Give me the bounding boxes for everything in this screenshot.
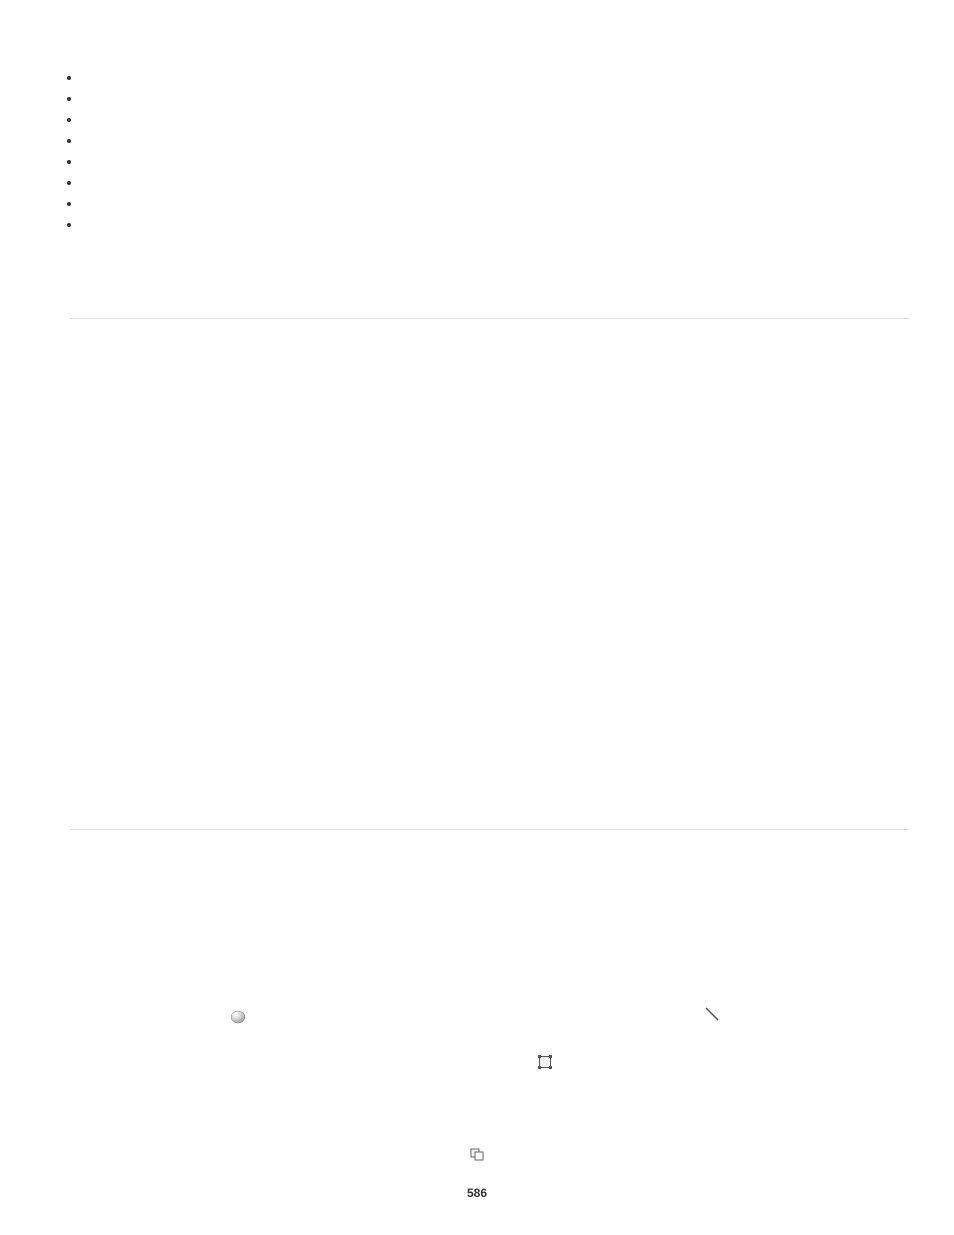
rectangle-icon xyxy=(538,1055,552,1072)
list-item xyxy=(82,217,909,238)
line-icon xyxy=(704,1006,720,1025)
section-divider xyxy=(70,829,909,830)
page-content xyxy=(0,0,954,1190)
copy-icon xyxy=(470,1148,484,1164)
list-item xyxy=(82,154,909,175)
list-item xyxy=(82,112,909,133)
icons-area xyxy=(70,870,909,1150)
page-footer: 586 xyxy=(0,1148,954,1200)
sphere-icon xyxy=(230,1010,246,1023)
list-item xyxy=(82,196,909,217)
list-item xyxy=(82,70,909,91)
list-item xyxy=(82,91,909,112)
section-divider xyxy=(70,318,909,319)
figure-area xyxy=(70,359,909,829)
list-item xyxy=(82,175,909,196)
list-item xyxy=(82,133,909,154)
bullet-list xyxy=(70,70,909,238)
page-number: 586 xyxy=(0,1186,954,1200)
